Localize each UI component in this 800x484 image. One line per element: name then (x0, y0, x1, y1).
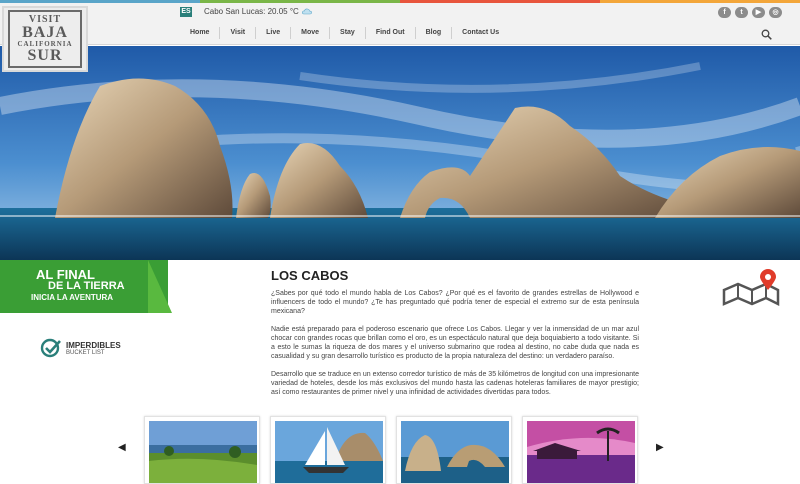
chevron-left-icon[interactable]: ◀ (118, 442, 126, 453)
chevron-right-icon[interactable]: ▶ (656, 442, 664, 453)
carousel-thumb-sailboat[interactable] (270, 416, 386, 484)
weather-widget: Cabo San Lucas: 20.05 °C (204, 7, 312, 16)
logo-line-2: BAJA (22, 23, 68, 41)
check-circle-icon (40, 338, 61, 358)
menu-item-blog[interactable]: Blog (414, 27, 452, 39)
banner-line-2: DE LA TIERRA (48, 280, 125, 292)
banner-text: AL FINAL DE LA TIERRA INICIA LA AVENTURA (31, 268, 125, 302)
youtube-icon[interactable]: ▶ (752, 7, 765, 18)
bucket-title: IMPERDIBLES (66, 340, 121, 350)
menu-item-move[interactable]: Move (290, 27, 329, 39)
article: LOS CABOS ¿Sabes por qué todo el mundo h… (271, 268, 639, 406)
article-title: LOS CABOS (271, 268, 349, 283)
menu-item-visit[interactable]: Visit (219, 27, 255, 39)
menu-item-contact-us[interactable]: Contact Us (451, 27, 509, 39)
cloud-icon (301, 8, 312, 15)
carousel-thumb-arch[interactable] (396, 416, 512, 484)
twitter-icon[interactable]: t (735, 7, 748, 18)
bucket-subtitle: BUCKET LIST (66, 349, 105, 356)
menu-item-find-out[interactable]: Find Out (364, 27, 415, 39)
logo-line-1: VISIT (28, 13, 62, 25)
main-menu: Home Visit Live Move Stay Find Out Blog … (180, 27, 509, 39)
photo-carousel: ◀ ▶ (0, 412, 800, 484)
article-paragraph-1: ¿Sabes por qué todo el mundo habla de Lo… (271, 290, 639, 315)
carousel-thumb-golf[interactable] (144, 416, 260, 484)
search-icon[interactable] (761, 29, 772, 40)
article-paragraph-2: Nadie está preparado para el poderoso es… (271, 326, 639, 360)
menu-item-home[interactable]: Home (180, 27, 219, 39)
language-toggle[interactable]: ES (180, 7, 192, 17)
weather-text: Cabo San Lucas: 20.05 °C (204, 7, 299, 16)
menu-item-live[interactable]: Live (255, 27, 290, 39)
hero-image (0, 46, 800, 260)
banner-accent (148, 260, 172, 313)
article-paragraph-3: Desarrollo que se traduce en un extenso … (271, 371, 639, 396)
banner-line-3: INICIA LA AVENTURA (31, 293, 114, 302)
instagram-icon[interactable]: ◎ (769, 7, 782, 18)
facebook-icon[interactable]: f (718, 7, 731, 18)
carousel-thumb-resort[interactable] (522, 416, 638, 484)
site-logo[interactable]: VISIT BAJA CALIFORNIA SUR (2, 6, 88, 72)
social-links: f t ▶ ◎ (718, 7, 782, 18)
bucket-list-link[interactable]: IMPERDIBLES BUCKET LIST (40, 338, 121, 358)
menu-item-stay[interactable]: Stay (329, 27, 365, 39)
logo-line-4: SUR (27, 46, 63, 64)
map-pin-icon[interactable] (722, 268, 782, 306)
header-nav: ES Cabo San Lucas: 20.05 °C Home Visit L… (0, 3, 800, 45)
